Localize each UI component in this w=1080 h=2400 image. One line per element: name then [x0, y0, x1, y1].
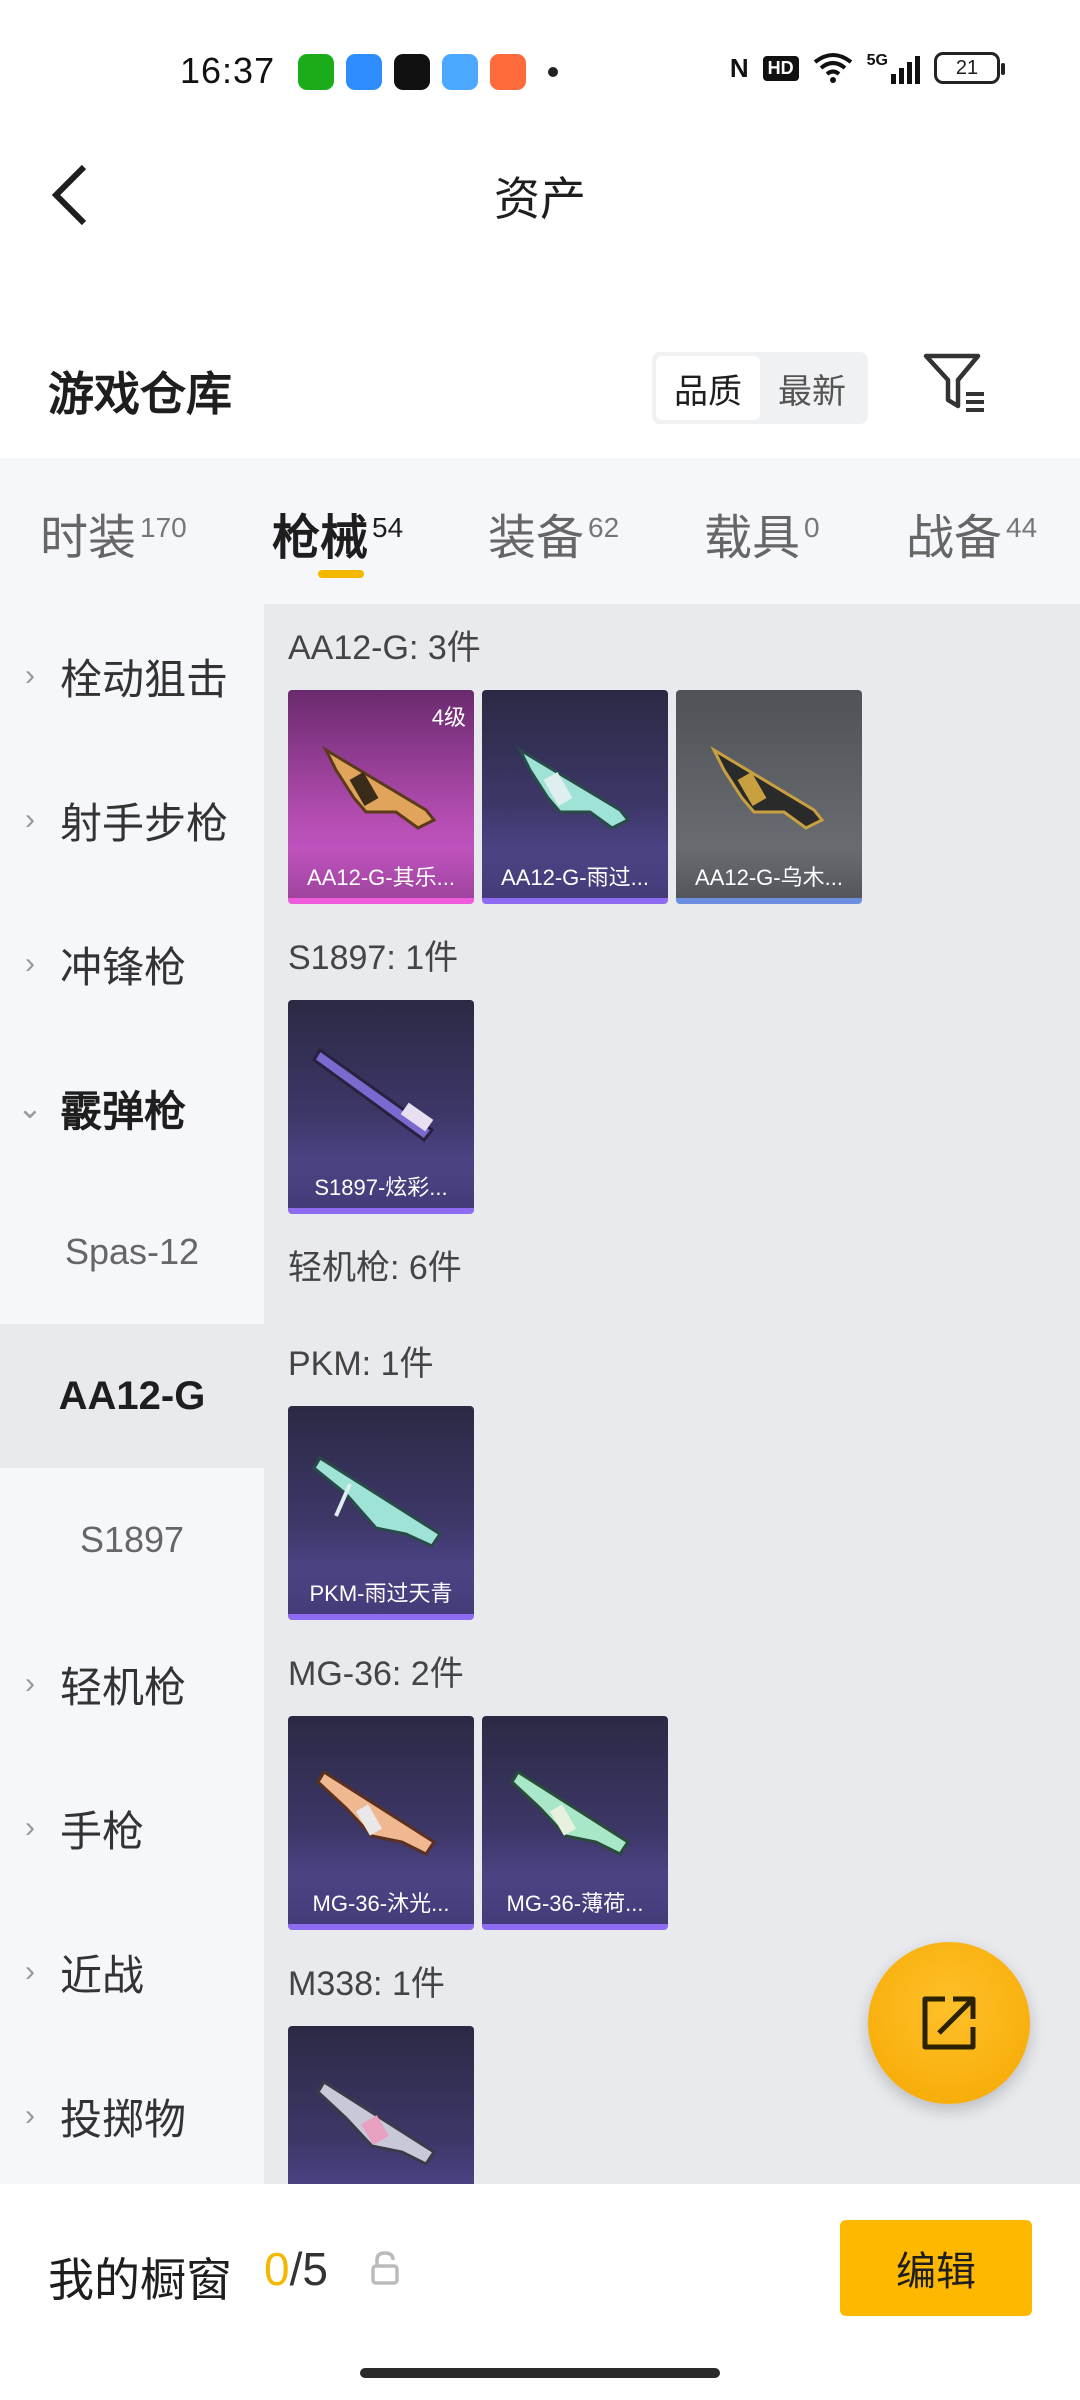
- header: 资产: [0, 145, 1080, 245]
- nfc-icon: N: [729, 52, 749, 83]
- group-title-lmg: 轻机枪: 6件: [288, 1249, 462, 1287]
- tiktok-icon: [394, 54, 430, 90]
- wechat-icon: [298, 54, 334, 90]
- sidebar-item-smg[interactable]: › 冲锋枪: [0, 892, 264, 1036]
- hd-icon: HD: [762, 55, 799, 81]
- sidebar-item-label: 冲锋枪: [60, 943, 187, 991]
- sidebar-item-label: 射手步枪: [60, 799, 229, 847]
- sidebar-item-marksman-rifle[interactable]: › 射手步枪: [0, 748, 264, 892]
- page-title: 资产: [494, 173, 586, 225]
- sidebar-item-label: 霰弹枪: [60, 1087, 187, 1135]
- sort-newest-button[interactable]: 最新: [760, 356, 864, 420]
- sidebar-item-lmg[interactable]: › 轻机枪: [0, 1612, 264, 1756]
- shotgun-icon: [322, 746, 437, 830]
- weapon-card[interactable]: AA12-G-雨过...: [482, 690, 668, 904]
- sort-quality-button[interactable]: 品质: [656, 356, 760, 420]
- sidebar-subitem-aa12g[interactable]: AA12-G: [0, 1324, 264, 1468]
- weapon-card[interactable]: [288, 2026, 474, 2184]
- sidebar-item-throwables[interactable]: › 投掷物: [0, 2044, 264, 2188]
- warehouse-title: 游戏仓库: [48, 368, 232, 420]
- shotgun-icon: [312, 1047, 435, 1143]
- warehouse-header: 游戏仓库 品质 最新: [0, 340, 1080, 450]
- sidebar-item-pistol[interactable]: › 手枪: [0, 1756, 264, 1900]
- showcase-label: 我的橱窗: [48, 2254, 232, 2306]
- chevron-right-icon: ›: [25, 659, 35, 692]
- sidebar-subitem-spas12[interactable]: Spas-12: [0, 1180, 264, 1324]
- tab-equipment[interactable]: 装备 62: [488, 498, 619, 568]
- status-right: N HD 5G 21: [729, 52, 1005, 84]
- chevron-down-icon: ⌄: [17, 1091, 43, 1125]
- tab-supplies[interactable]: 战备 44: [906, 498, 1037, 568]
- app-blue-icon: [346, 54, 382, 90]
- machine-gun-icon: [510, 1769, 631, 1856]
- sort-toggle: 品质 最新: [652, 352, 868, 424]
- showcase-count: 0/5: [264, 2243, 328, 2295]
- active-tab-indicator: [318, 570, 364, 578]
- chevron-right-icon: ›: [25, 947, 35, 980]
- weapon-card[interactable]: 4级 AA12-G-其乐...: [288, 690, 474, 904]
- chevron-right-icon: ›: [25, 1667, 35, 1700]
- sidebar-item-label: 投掷物: [60, 2095, 187, 2143]
- cell-signal-icon: 5G: [867, 52, 920, 84]
- shotgun-icon: [516, 746, 631, 830]
- share-fab-button[interactable]: [868, 1942, 1030, 2104]
- notification-dot-icon: [548, 67, 558, 77]
- machine-gun-icon: [316, 2079, 437, 2166]
- weapon-level-badge: 4级: [431, 705, 466, 730]
- weapon-type-sidebar: › 栓动狙击 › 射手步枪 › 冲锋枪 ⌄ 霰弹枪 Spas-12 AA12-G…: [0, 604, 264, 2184]
- group-title-m338: M338: 1件: [288, 1965, 445, 2003]
- chevron-right-icon: ›: [25, 2099, 35, 2132]
- machine-gun-icon: [316, 1769, 437, 1856]
- weapon-card[interactable]: S1897-炫彩...: [288, 1000, 474, 1214]
- weapon-name: MG-36-薄荷...: [482, 1874, 668, 1924]
- sidebar-item-shotgun[interactable]: ⌄ 霰弹枪: [0, 1036, 264, 1180]
- showcase-bar: 我的橱窗 0/5 编辑: [0, 2184, 1080, 2400]
- game-controller-icon: [490, 54, 526, 90]
- category-tabs: 时装 170 枪械 54 装备 62 载具 0 战备 44: [0, 458, 1080, 604]
- sidebar-item-label: 近战: [60, 1951, 145, 1999]
- weapon-card[interactable]: PKM-雨过天青: [288, 1406, 474, 1620]
- edit-button[interactable]: 编辑: [840, 2220, 1032, 2316]
- sidebar-item-bolt-sniper[interactable]: › 栓动狙击: [0, 604, 264, 748]
- sidebar-subitem-s1897[interactable]: S1897: [0, 1468, 264, 1612]
- wifi-icon: [813, 53, 852, 83]
- shotgun-icon: [710, 746, 825, 830]
- tab-firearms[interactable]: 枪械 54: [272, 498, 403, 568]
- sidebar-item-label: 轻机枪: [60, 1663, 187, 1711]
- battery-icon: 21: [934, 52, 1005, 84]
- status-bar: 16:37 N HD 5G 21: [0, 0, 1080, 145]
- group-title-mg36: MG-36: 2件: [288, 1655, 464, 1693]
- lock-icon: [371, 2251, 399, 2285]
- weapon-card[interactable]: MG-36-沐光...: [288, 1716, 474, 1930]
- share-external-icon: [922, 1996, 976, 2050]
- weapon-name: MG-36-沐光...: [288, 1874, 474, 1924]
- filter-icon: [923, 353, 984, 412]
- weapon-card[interactable]: MG-36-薄荷...: [482, 1716, 668, 1930]
- sidebar-item-label: 手枪: [60, 1807, 145, 1855]
- chevron-right-icon: ›: [25, 1811, 35, 1844]
- status-time: 16:37: [180, 50, 276, 91]
- weapon-name: AA12-G-雨过...: [482, 848, 668, 898]
- app-lightblue-icon: [442, 54, 478, 90]
- weapon-name: AA12-G-其乐...: [288, 848, 474, 898]
- weapon-name: S1897-炫彩...: [288, 1158, 474, 1208]
- weapon-card[interactable]: AA12-G-乌木...: [676, 690, 862, 904]
- sidebar-item-label: 栓动狙击: [60, 655, 229, 703]
- chevron-right-icon: ›: [25, 803, 35, 836]
- tab-fashion[interactable]: 时装 170: [40, 498, 187, 568]
- weapon-name: PKM-雨过天青: [288, 1564, 474, 1614]
- home-indicator: [360, 2368, 720, 2378]
- tab-vehicles[interactable]: 载具 0: [704, 498, 820, 568]
- filter-button[interactable]: [920, 348, 990, 428]
- group-title-aa12g: AA12-G: 3件: [288, 629, 481, 667]
- status-app-icons: [298, 54, 558, 90]
- weapon-name: AA12-G-乌木...: [676, 848, 862, 898]
- chevron-right-icon: ›: [25, 1955, 35, 1988]
- sidebar-item-melee[interactable]: › 近战: [0, 1900, 264, 2044]
- machine-gun-icon: [312, 1455, 443, 1548]
- group-title-pkm: PKM: 1件: [288, 1345, 434, 1383]
- group-title-s1897: S1897: 1件: [288, 939, 459, 977]
